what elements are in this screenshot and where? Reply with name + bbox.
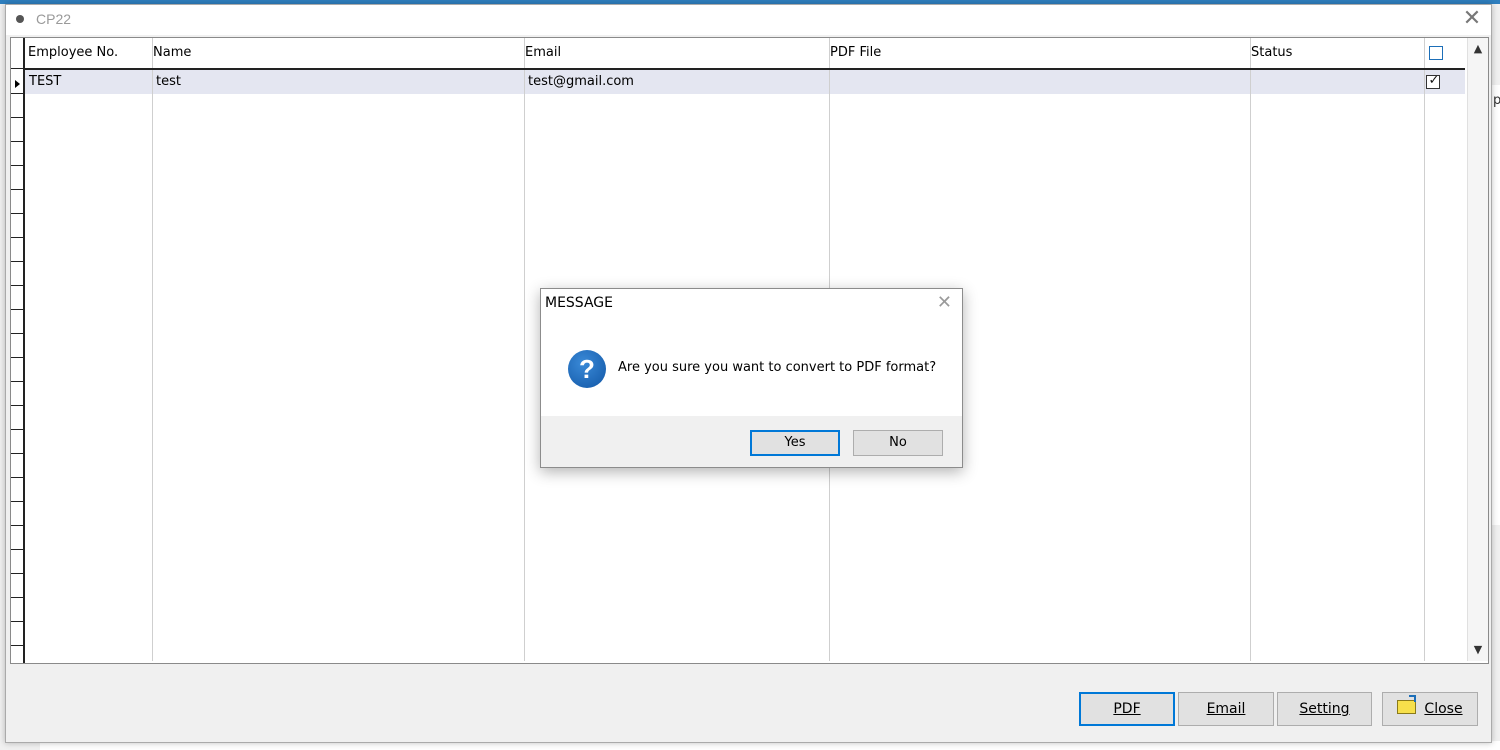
background-partial-text: p bbox=[1493, 93, 1500, 108]
message-dialog: MESSAGE ✕ ? Are you sure you want to con… bbox=[540, 288, 963, 468]
current-row-pointer-icon bbox=[15, 80, 20, 88]
question-icon: ? bbox=[568, 350, 606, 388]
dialog-message: Are you sure you want to convert to PDF … bbox=[618, 360, 937, 375]
yes-button[interactable]: Yes bbox=[750, 430, 840, 456]
folder-icon bbox=[1397, 700, 1417, 714]
column-header-pdf-file[interactable]: PDF File bbox=[827, 38, 1248, 68]
row-header-column bbox=[11, 38, 25, 663]
row-select-checkbox[interactable]: ✓ bbox=[1426, 73, 1440, 89]
cell-pdf-file[interactable] bbox=[829, 70, 1250, 94]
scroll-up-icon[interactable]: ▲ bbox=[1468, 40, 1488, 58]
cell-email[interactable]: test@gmail.com bbox=[524, 70, 829, 94]
email-button[interactable]: Email bbox=[1178, 692, 1274, 726]
dialog-close-icon[interactable]: ✕ bbox=[937, 293, 952, 313]
setting-button[interactable]: Setting bbox=[1277, 692, 1372, 726]
cell-employee-no[interactable]: TEST bbox=[25, 70, 151, 94]
app-icon bbox=[16, 15, 24, 23]
close-icon[interactable]: ✕ bbox=[1461, 8, 1483, 30]
cell-name[interactable]: test bbox=[152, 70, 524, 94]
scroll-down-icon[interactable]: ▼ bbox=[1468, 641, 1488, 659]
no-button[interactable]: No bbox=[853, 430, 943, 456]
dialog-footer: Yes No bbox=[541, 416, 962, 467]
dialog-title: MESSAGE bbox=[545, 295, 613, 311]
window-title: CP22 bbox=[36, 11, 72, 27]
vertical-scrollbar[interactable]: ▲ ▼ bbox=[1467, 38, 1488, 661]
column-header-status[interactable]: Status bbox=[1248, 38, 1422, 68]
cell-status[interactable] bbox=[1250, 70, 1424, 94]
close-button[interactable]: Close bbox=[1382, 692, 1478, 726]
column-header-name[interactable]: Name bbox=[150, 38, 522, 68]
check-icon: ✓ bbox=[1428, 73, 1440, 88]
select-all-checkbox[interactable] bbox=[1429, 46, 1443, 60]
column-header-employee-no[interactable]: Employee No. bbox=[25, 38, 151, 68]
title-bar[interactable]: CP22 ✕ bbox=[6, 5, 1491, 35]
pdf-button[interactable]: PDF bbox=[1079, 692, 1175, 726]
column-header-email[interactable]: Email bbox=[522, 38, 827, 68]
